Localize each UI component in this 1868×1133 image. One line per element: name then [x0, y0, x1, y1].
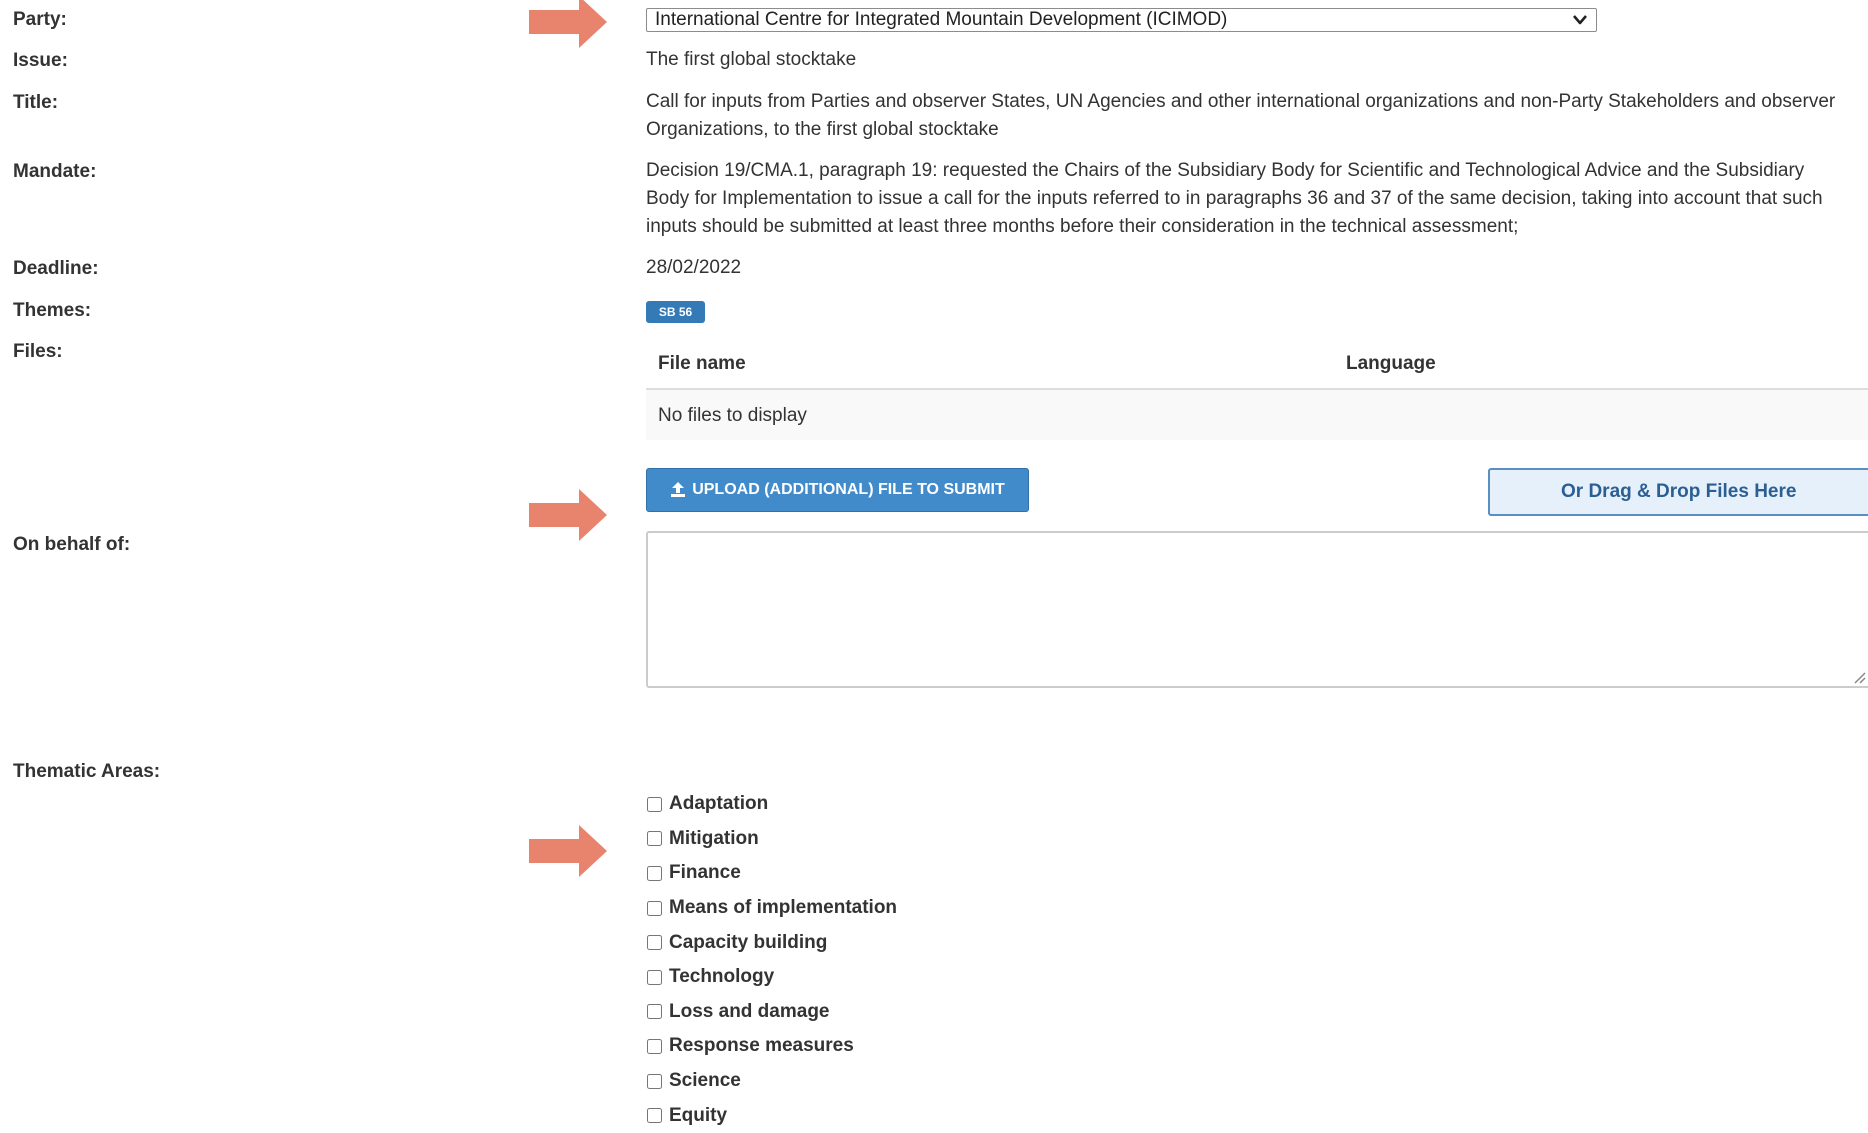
thematic-area-item[interactable]: Equity [646, 1098, 897, 1133]
party-label: Party: [13, 9, 67, 30]
upload-file-button[interactable]: UPLOAD (ADDITIONAL) FILE TO SUBMIT [646, 468, 1029, 512]
thematic-area-label: Means of implementation [669, 897, 898, 919]
chevron-down-icon [1573, 15, 1587, 25]
title-line: Call for inputs from Parties and observe… [646, 91, 1836, 112]
title-line: Organizations, to the first global stock… [646, 119, 999, 140]
thematic-area-label: Capacity building [669, 931, 828, 953]
thematic-areas-list: Adaptation Mitigation Finance Means of i… [646, 787, 897, 1133]
thematic-area-item[interactable]: Capacity building [646, 925, 897, 960]
arrow-right-icon [529, 825, 607, 877]
party-select[interactable]: International Centre for Integrated Moun… [646, 8, 1597, 32]
files-table-empty-row: No files to display [646, 390, 1868, 440]
mandate-line: Body for Implementation to issue a call … [646, 188, 1823, 209]
thematic-area-label: Adaptation [669, 793, 769, 815]
deadline-label: Deadline: [13, 258, 99, 279]
title-label: Title: [13, 92, 59, 113]
mandate-line: inputs should be submitted at least thre… [646, 216, 1519, 237]
thematic-area-item[interactable]: Adaptation [646, 787, 897, 822]
loss-and-damage-checkbox[interactable] [647, 1004, 662, 1020]
mitigation-checkbox[interactable] [647, 831, 662, 847]
on-behalf-of-label: On behalf of: [13, 534, 131, 555]
science-checkbox[interactable] [647, 1073, 662, 1089]
thematic-area-item[interactable]: Loss and damage [646, 995, 897, 1030]
thematic-area-item[interactable]: Mitigation [646, 822, 897, 857]
files-label: Files: [13, 341, 63, 362]
capacity-building-checkbox[interactable] [647, 935, 662, 951]
mandate-line: Decision 19/CMA.1, paragraph 19: request… [646, 160, 1805, 181]
adaptation-checkbox[interactable] [647, 796, 662, 812]
files-table: File name Language No files to display [646, 340, 1868, 440]
files-table-header: File name Language [646, 340, 1868, 390]
thematic-area-label: Finance [669, 862, 741, 884]
mandate-label: Mandate: [13, 161, 97, 182]
thematic-area-item[interactable]: Science [646, 1064, 897, 1099]
thematic-area-item[interactable]: Technology [646, 960, 897, 995]
mandate-value: Decision 19/CMA.1, paragraph 19: request… [646, 157, 1823, 241]
arrow-right-icon [529, 0, 607, 48]
upload-file-button-label: UPLOAD (ADDITIONAL) FILE TO SUBMIT [692, 481, 1005, 498]
technology-checkbox[interactable] [647, 969, 662, 985]
equity-checkbox[interactable] [647, 1108, 662, 1124]
thematic-area-label: Response measures [669, 1035, 854, 1057]
thematic-area-label: Mitigation [669, 827, 759, 849]
column-header-file-name: File name [658, 353, 746, 374]
finance-checkbox[interactable] [647, 865, 662, 881]
on-behalf-of-input[interactable] [646, 531, 1868, 688]
thematic-area-label: Science [669, 1070, 741, 1092]
thematic-area-item[interactable]: Means of implementation [646, 891, 897, 926]
upload-icon [671, 482, 686, 497]
resize-grip-icon[interactable] [1852, 670, 1866, 684]
thematic-area-item[interactable]: Response measures [646, 1029, 897, 1064]
file-dropzone[interactable]: Or Drag & Drop Files Here [1488, 468, 1868, 516]
files-empty-text: No files to display [658, 405, 807, 426]
arrow-right-icon [529, 489, 607, 541]
thematic-area-label: Equity [669, 1104, 728, 1126]
column-header-language: Language [1346, 353, 1436, 374]
thematic-area-item[interactable]: Finance [646, 856, 897, 891]
themes-label: Themes: [13, 300, 92, 321]
response-measures-checkbox[interactable] [647, 1038, 662, 1054]
thematic-area-label: Technology [669, 966, 775, 988]
thematic-areas-label: Thematic Areas: [13, 761, 161, 782]
issue-label: Issue: [13, 50, 68, 71]
thematic-area-label: Loss and damage [669, 1000, 830, 1022]
issue-value: The first global stocktake [646, 49, 857, 70]
deadline-value: 28/02/2022 [646, 257, 742, 278]
theme-badge: SB 56 [646, 301, 705, 323]
means-of-implementation-checkbox[interactable] [647, 900, 662, 916]
party-select-value: International Centre for Integrated Moun… [655, 9, 1228, 30]
title-value: Call for inputs from Parties and observe… [646, 88, 1835, 144]
